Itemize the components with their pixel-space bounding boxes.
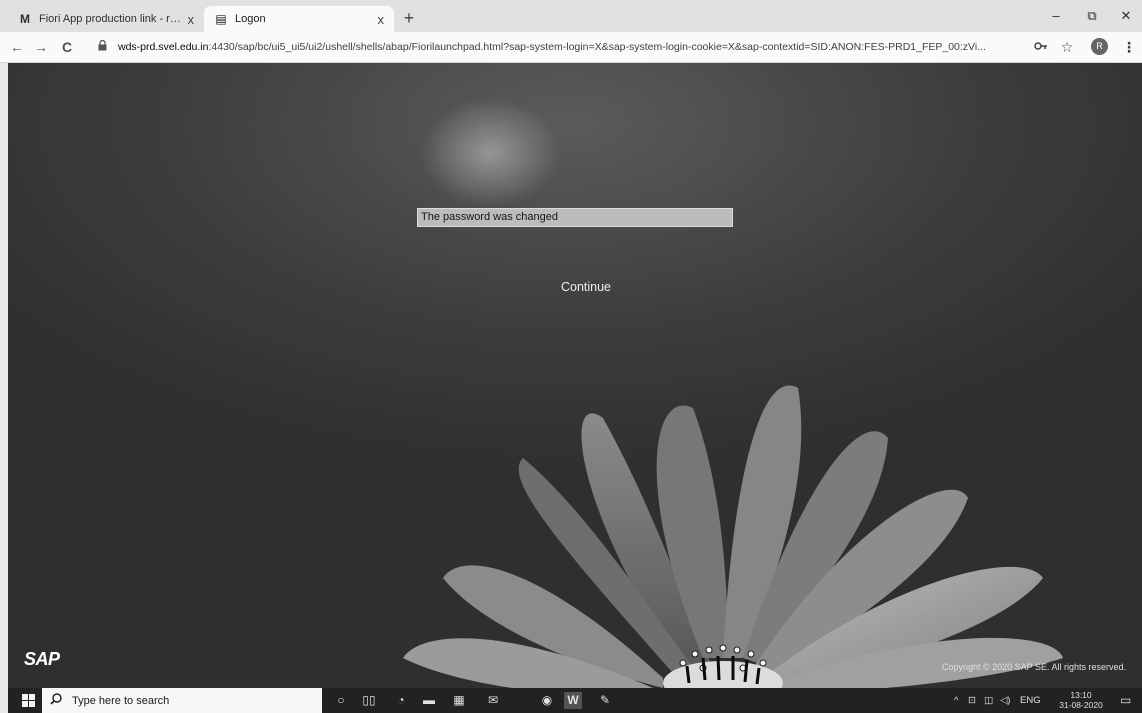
sap-logon-icon: ▤ [215, 12, 227, 26]
close-window-button[interactable]: ✕ [1114, 8, 1138, 26]
new-tab-button[interactable]: + [400, 9, 418, 27]
url-host: wds-prd.svel.edu.in [118, 41, 209, 53]
network-icon[interactable]: ⊡ [968, 692, 976, 709]
key-icon[interactable] [1032, 39, 1050, 55]
menu-kebab-icon[interactable]: ⋮ [1120, 39, 1138, 55]
address-bar[interactable]: wds-prd.svel.edu.in:4430/sap/bc/ui5_ui5/… [88, 36, 1023, 58]
continue-button[interactable]: Continue [528, 276, 644, 298]
wifi-icon[interactable]: ◫ [984, 692, 993, 709]
bookmark-star-icon[interactable]: ☆ [1058, 39, 1076, 55]
clock-date: 31-08-2020 [1059, 700, 1103, 710]
tray-chevron-icon[interactable]: ^ [954, 692, 958, 709]
volume-icon[interactable]: ◁) [1000, 692, 1010, 709]
url-text: wds-prd.svel.edu.in:4430/sap/bc/ui5_ui5/… [118, 41, 986, 53]
mail-icon[interactable]: ✉ [484, 692, 502, 709]
back-arrow-icon[interactable]: ← [8, 39, 26, 55]
search-placeholder: Type here to search [72, 694, 170, 707]
store-icon[interactable]: ▦ [450, 692, 468, 709]
sap-logon-page: The password was changed Continue SAP Co… [8, 63, 1142, 688]
copyright-text: Copyright © 2020 SAP SE. All rights rese… [942, 662, 1127, 672]
browser-tab-strip: M Fiori App production link - range x ▤ … [0, 0, 1142, 33]
task-view-icon[interactable]: ▯▯ [360, 692, 378, 709]
restore-button[interactable]: ⧉ [1080, 8, 1104, 26]
system-clock[interactable]: 13:10 31-08-2020 [1058, 690, 1104, 710]
cortana-icon[interactable]: ○ [332, 692, 350, 709]
minimize-button[interactable]: – [1044, 8, 1068, 26]
taskbar-search-box[interactable]: Type here to search [42, 688, 322, 713]
flower-background-image [403, 385, 1063, 688]
lock-icon [98, 39, 112, 54]
word-icon[interactable]: W [564, 692, 582, 709]
gmail-icon: M [20, 12, 30, 26]
clock-time: 13:10 [1070, 690, 1092, 700]
sap-logo: SAP [24, 649, 60, 669]
language-indicator[interactable]: ENG [1020, 692, 1041, 709]
reload-icon[interactable]: C [58, 39, 76, 55]
notification-icon[interactable]: ▭ [1120, 692, 1131, 709]
file-explorer-icon[interactable]: ▬ [420, 692, 438, 709]
url-path: :4430/sap/bc/ui5_ui5/ui2/ushell/shells/a… [208, 41, 986, 53]
edge-browser-icon[interactable]: ◔ [392, 692, 410, 709]
tab-fiori-app-production-link[interactable]: M Fiori App production link - range x [8, 6, 204, 32]
search-icon [50, 693, 62, 708]
windows-taskbar: Type here to search ○ ▯▯ ◔ ▬ ▦ ✉ W ◉ ✎ ^… [8, 688, 1142, 713]
windows-start-icon[interactable] [22, 694, 35, 707]
tab-logon[interactable]: ▤ Logon x [204, 6, 394, 32]
tab-close-icon[interactable]: x [188, 12, 195, 27]
browser-toolbar: ← → C wds-prd.svel.edu.in:4430/sap/bc/ui… [0, 32, 1142, 63]
password-changed-message: The password was changed [417, 208, 733, 227]
tab-title: Fiori App production link - range [39, 13, 182, 25]
profile-avatar[interactable]: R [1091, 38, 1108, 55]
tab-close-icon[interactable]: x [378, 12, 385, 27]
chrome-icon[interactable]: ◉ [538, 692, 556, 709]
pen-app-icon[interactable]: ✎ [596, 692, 614, 709]
forward-arrow-icon[interactable]: → [32, 39, 50, 55]
tab-title: Logon [235, 13, 266, 25]
